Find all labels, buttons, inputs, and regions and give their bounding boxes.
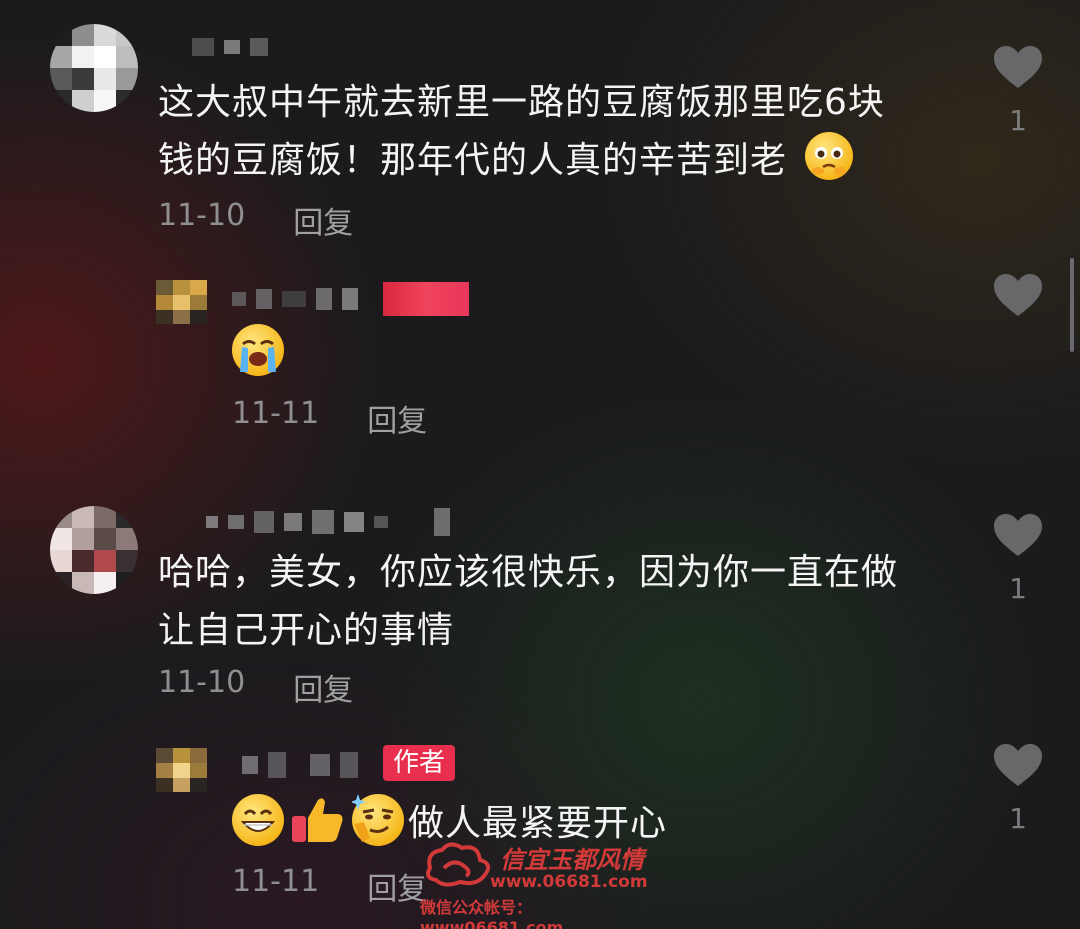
like-count: 1	[1009, 572, 1027, 605]
comment-meta: 11-10 回复	[158, 665, 353, 709]
watermark-title: 信宜玉都风情	[500, 845, 644, 874]
reply-button[interactable]: 回复	[293, 665, 353, 709]
loudly-crying-face-icon	[232, 324, 284, 376]
watermark-url: www.06681.com	[490, 872, 648, 892]
watermark-wechat: 微信公众帐号：www06681.com	[420, 898, 564, 929]
heart-icon	[994, 744, 1042, 786]
reply-button[interactable]: 回复	[367, 864, 427, 908]
avatar[interactable]	[50, 24, 138, 112]
heart-icon	[994, 46, 1042, 88]
avatar[interactable]	[156, 280, 208, 324]
reply-date: 11-11	[232, 396, 320, 431]
comment-date: 11-10	[158, 665, 246, 700]
reply-button[interactable]: 回复	[367, 396, 427, 440]
smirking-face-icon	[350, 794, 404, 846]
heart-icon	[994, 514, 1042, 556]
like-button[interactable]: 1	[988, 512, 1048, 605]
like-button[interactable]: 1	[988, 44, 1048, 137]
reply-meta: 11-11 回复	[232, 864, 427, 908]
heart-icon	[994, 274, 1042, 316]
username-blurred[interactable]	[192, 38, 268, 56]
grinning-face-icon	[232, 794, 284, 846]
like-count: 1	[1009, 802, 1027, 835]
comment-meta: 11-10 回复	[158, 198, 353, 242]
reply-meta: 11-11 回复	[232, 396, 427, 440]
watermark-logo-icon	[426, 842, 491, 887]
avatar[interactable]	[156, 748, 208, 792]
pleading-face-icon	[805, 132, 854, 180]
watermark: 信宜玉都风情 www.06681.com 微信公众帐号：www06681.com	[420, 832, 670, 929]
reply-date: 11-11	[232, 864, 320, 899]
scrollbar[interactable]	[1070, 258, 1074, 352]
thumbs-up-icon	[290, 794, 346, 846]
reply-button[interactable]: 回复	[293, 198, 353, 242]
like-button[interactable]	[988, 272, 1048, 364]
like-button[interactable]: 1	[988, 742, 1048, 835]
avatar[interactable]	[50, 506, 138, 594]
comment-text: 哈哈，美女，你应该很快乐，因为你一直在做 让自己开心的事情	[158, 552, 899, 651]
like-count: 1	[1009, 104, 1027, 137]
comment-text: 这大叔中午就去新里一路的豆腐饭那里吃6块 钱的豆腐饭！那年代的人真的辛苦到老	[158, 82, 885, 181]
like-count	[988, 332, 1048, 364]
author-badge: 作者	[383, 745, 456, 781]
comment-date: 11-10	[158, 198, 246, 233]
username-blurred-segment	[383, 282, 469, 316]
username-blurred[interactable]	[232, 288, 358, 310]
username-blurred[interactable]	[206, 508, 450, 536]
username-blurred[interactable]	[242, 752, 358, 778]
